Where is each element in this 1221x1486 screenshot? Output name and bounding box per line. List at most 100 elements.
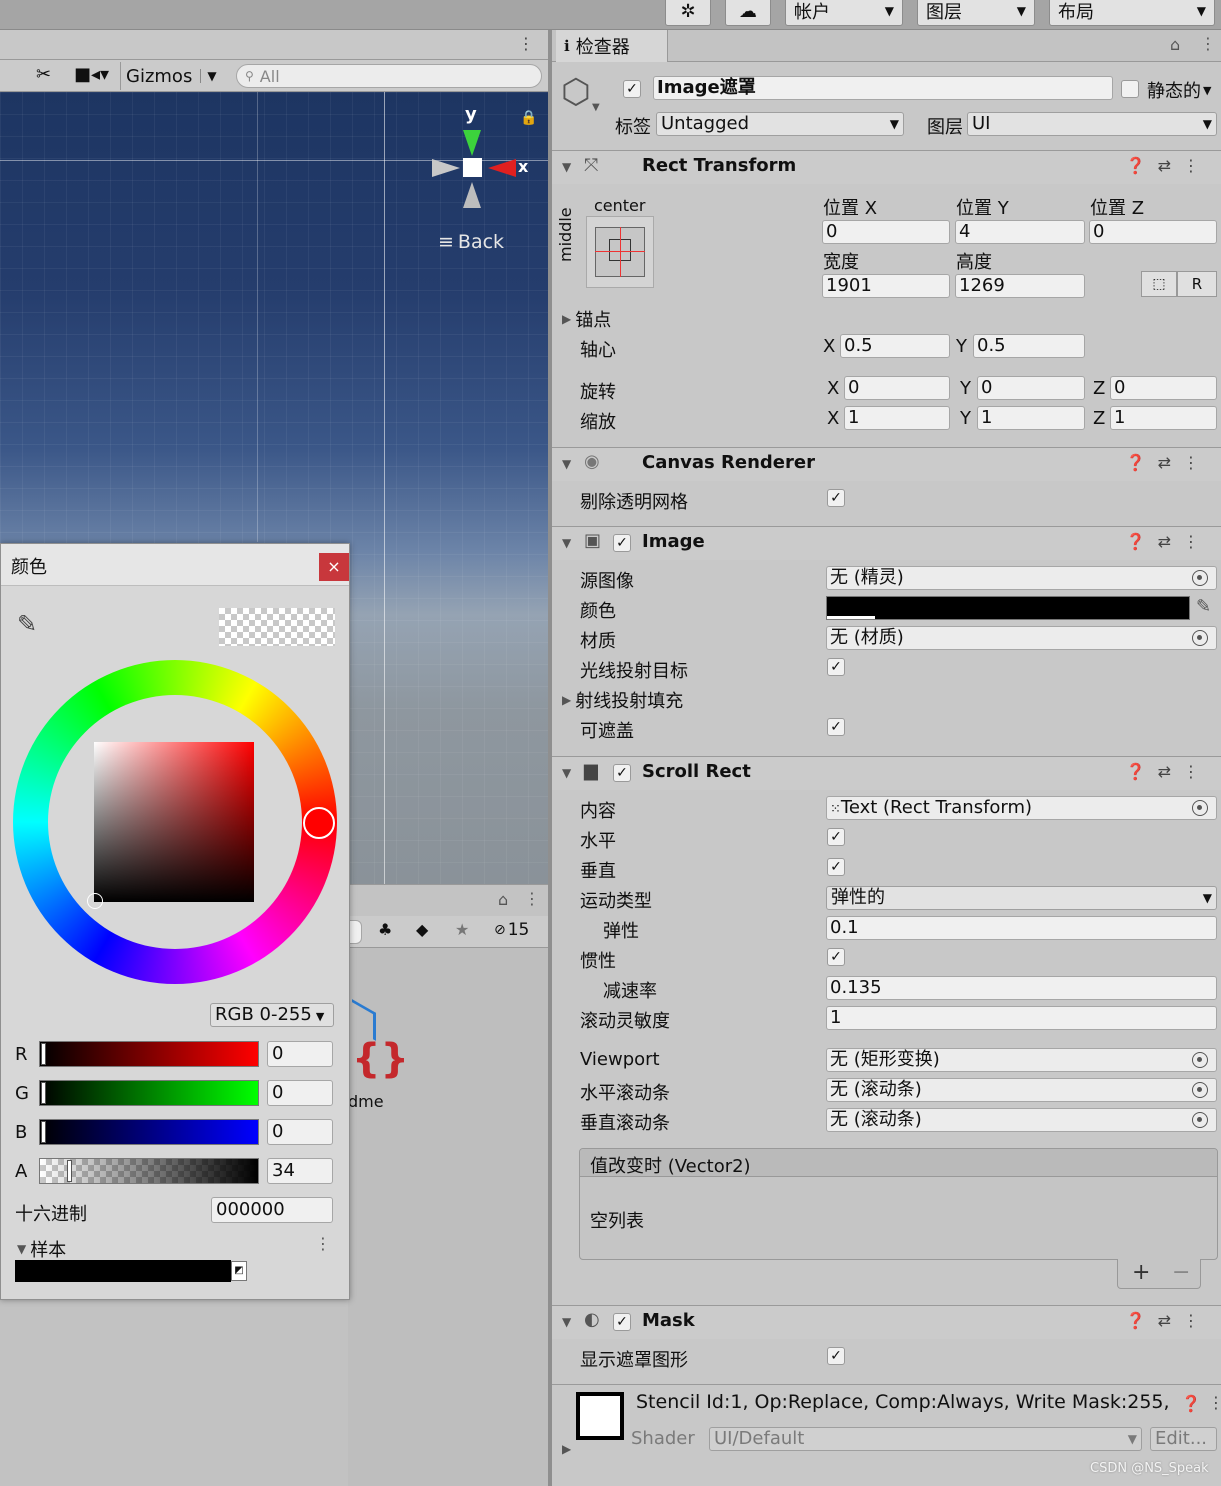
static-checkbox[interactable] (1121, 80, 1139, 98)
anchors-foldout[interactable]: ▶ 锚点 (562, 306, 611, 332)
vertical-checkbox[interactable]: ✓ (827, 858, 845, 876)
vertical-scrollbar-field[interactable]: 无 (滚动条) (826, 1108, 1217, 1132)
elasticity-input[interactable]: 0.1 (826, 916, 1217, 940)
chevron-down-icon[interactable]: ▼ (592, 102, 600, 113)
scroll-rect-enabled-checkbox[interactable]: ✓ (613, 764, 631, 782)
gizmos-button[interactable]: Gizmos ▼ (120, 62, 217, 90)
eyedropper-icon[interactable]: ✎ (17, 610, 37, 638)
mask-header[interactable]: ▼ ◐ ✓ Mask ❓⇄⋮ (552, 1305, 1221, 1339)
sv-handle[interactable] (87, 893, 103, 909)
cloud-icon[interactable]: ☁ (725, 0, 771, 26)
a-slider-handle[interactable] (67, 1160, 72, 1182)
height-input[interactable]: 1269 (955, 274, 1085, 298)
more-icon[interactable]: ⋮ (518, 34, 534, 53)
orientation-gizmo[interactable]: y x 🔒 (430, 100, 540, 220)
close-button[interactable]: × (319, 553, 349, 581)
account-dropdown[interactable]: 帐户 ▼ (785, 0, 903, 26)
g-input[interactable]: 0 (267, 1080, 333, 1106)
more-icon[interactable]: ⋮ (524, 889, 540, 908)
r-slider[interactable] (39, 1041, 259, 1067)
triangle-right-icon[interactable]: ▶ (562, 1442, 571, 1456)
services-icon[interactable]: ✲ (665, 0, 711, 26)
hex-input[interactable]: 000000 (211, 1197, 333, 1223)
anchor-preset-button[interactable] (586, 216, 654, 288)
object-name-input[interactable]: Image遮罩 (653, 76, 1113, 100)
lock-icon[interactable]: 🔒 (520, 110, 537, 126)
g-slider-handle[interactable] (41, 1082, 46, 1104)
color-mode-dropdown[interactable]: RGB 0-255 ▼ (210, 1003, 334, 1027)
tag-dropdown[interactable]: Untagged ▼ (656, 112, 904, 136)
add-event-button[interactable]: + (1132, 1260, 1150, 1285)
color-field[interactable] (826, 596, 1190, 620)
canvas-renderer-header[interactable]: ▼ ◉ Canvas Renderer ❓⇄⋮ (552, 447, 1221, 481)
active-checkbox[interactable]: ✓ (623, 80, 641, 98)
pivot-x-input[interactable]: 0.5 (840, 334, 950, 358)
b-slider-handle[interactable] (41, 1121, 46, 1143)
object-picker-icon[interactable] (1192, 1052, 1208, 1068)
component-header-icons[interactable]: ❓⇄⋮ (1126, 1311, 1211, 1330)
script-asset-icon[interactable]: {} (352, 1036, 409, 1082)
raycast-target-checkbox[interactable]: ✓ (827, 658, 845, 676)
rotation-x-input[interactable]: 0 (844, 376, 950, 400)
b-input[interactable]: 0 (267, 1119, 333, 1145)
object-picker-icon[interactable] (1192, 630, 1208, 646)
b-slider[interactable] (39, 1119, 259, 1145)
pos-x-input[interactable]: 0 (822, 220, 950, 244)
more-icon[interactable]: ⋮ (315, 1234, 331, 1253)
shader-dropdown[interactable]: UI/Default ▼ (709, 1427, 1142, 1451)
pos-y-input[interactable]: 4 (955, 220, 1085, 244)
more-icon[interactable]: ⋮ (1200, 34, 1216, 53)
rotation-y-input[interactable]: 0 (977, 376, 1085, 400)
hue-handle[interactable] (303, 807, 335, 839)
scene-search-input[interactable]: ⚲ All (236, 64, 542, 88)
star-icon[interactable]: ★ (455, 920, 469, 939)
scale-z-input[interactable]: 1 (1110, 406, 1217, 430)
width-input[interactable]: 1901 (822, 274, 950, 298)
rect-transform-header[interactable]: ▼ ⤧ Rect Transform ❓⇄⋮ (552, 150, 1221, 184)
cull-checkbox[interactable]: ✓ (827, 489, 845, 507)
horizontal-checkbox[interactable]: ✓ (827, 828, 845, 846)
component-header-icons[interactable]: ❓⇄⋮ (1126, 156, 1211, 175)
component-header-icons[interactable]: ❓⇄⋮ (1126, 532, 1211, 551)
label-icon[interactable]: ◆ (416, 920, 428, 939)
scale-y-input[interactable]: 1 (977, 406, 1085, 430)
object-picker-icon[interactable] (1192, 1082, 1208, 1098)
horizontal-scrollbar-field[interactable]: 无 (滚动条) (826, 1078, 1217, 1102)
scroll-sensitivity-input[interactable]: 1 (826, 1006, 1217, 1030)
maskable-checkbox[interactable]: ✓ (827, 718, 845, 736)
project-search-input[interactable] (348, 920, 362, 944)
hidden-packages-toggle[interactable]: ⊘ 15 (494, 920, 529, 940)
show-mask-graphic-checkbox[interactable]: ✓ (827, 1347, 845, 1365)
lock-icon[interactable]: ⌂ (498, 890, 508, 909)
source-image-field[interactable]: 无 (精灵) (826, 566, 1217, 590)
viewport-field[interactable]: 无 (矩形变换) (826, 1048, 1217, 1072)
component-header-icons[interactable]: ❓⇄⋮ (1126, 762, 1211, 781)
layer-dropdown[interactable]: UI ▼ (967, 112, 1217, 136)
pos-z-input[interactable]: 0 (1089, 220, 1217, 244)
layers-dropdown[interactable]: 图层 ▼ (917, 0, 1035, 26)
object-picker-icon[interactable] (1192, 1112, 1208, 1128)
color-picker-window[interactable]: 颜色 × ✎ RGB 0-255 ▼ R 0 G 0 B 0 A 34 十六进制 … (0, 543, 350, 1300)
scroll-rect-header[interactable]: ▼ ▆ ✓ Scroll Rect ❓⇄⋮ (552, 756, 1221, 790)
swatches-foldout[interactable]: ▼ 样本 (17, 1236, 66, 1262)
a-input[interactable]: 34 (267, 1158, 333, 1184)
lock-icon[interactable]: ⌂ (1170, 35, 1180, 54)
scale-x-input[interactable]: 1 (844, 406, 950, 430)
edit-shader-button[interactable]: Edit... (1150, 1427, 1217, 1451)
inertia-checkbox[interactable]: ✓ (827, 948, 845, 966)
image-header[interactable]: ▼ ▣ ✓ Image ❓⇄⋮ (552, 526, 1221, 560)
swatch-preset-icon[interactable]: ◩ (231, 1261, 247, 1281)
image-enabled-checkbox[interactable]: ✓ (613, 534, 631, 552)
tools-icon[interactable]: ✂ (36, 64, 51, 85)
eyedropper-icon[interactable]: ✎ (1196, 596, 1211, 617)
saturation-value-square[interactable] (94, 742, 254, 902)
remove-event-button[interactable]: − (1172, 1260, 1190, 1285)
a-slider[interactable] (39, 1158, 259, 1184)
object-picker-icon[interactable] (1192, 800, 1208, 816)
static-dropdown[interactable]: 静态的 ▼ (1147, 77, 1211, 103)
color-swatch[interactable] (15, 1260, 231, 1282)
movement-type-dropdown[interactable]: 弹性的 ▼ (826, 886, 1217, 910)
camera-icon[interactable]: ■◂▾ (74, 64, 109, 85)
g-slider[interactable] (39, 1080, 259, 1106)
blueprint-mode-button[interactable]: ⬚ (1141, 271, 1177, 297)
